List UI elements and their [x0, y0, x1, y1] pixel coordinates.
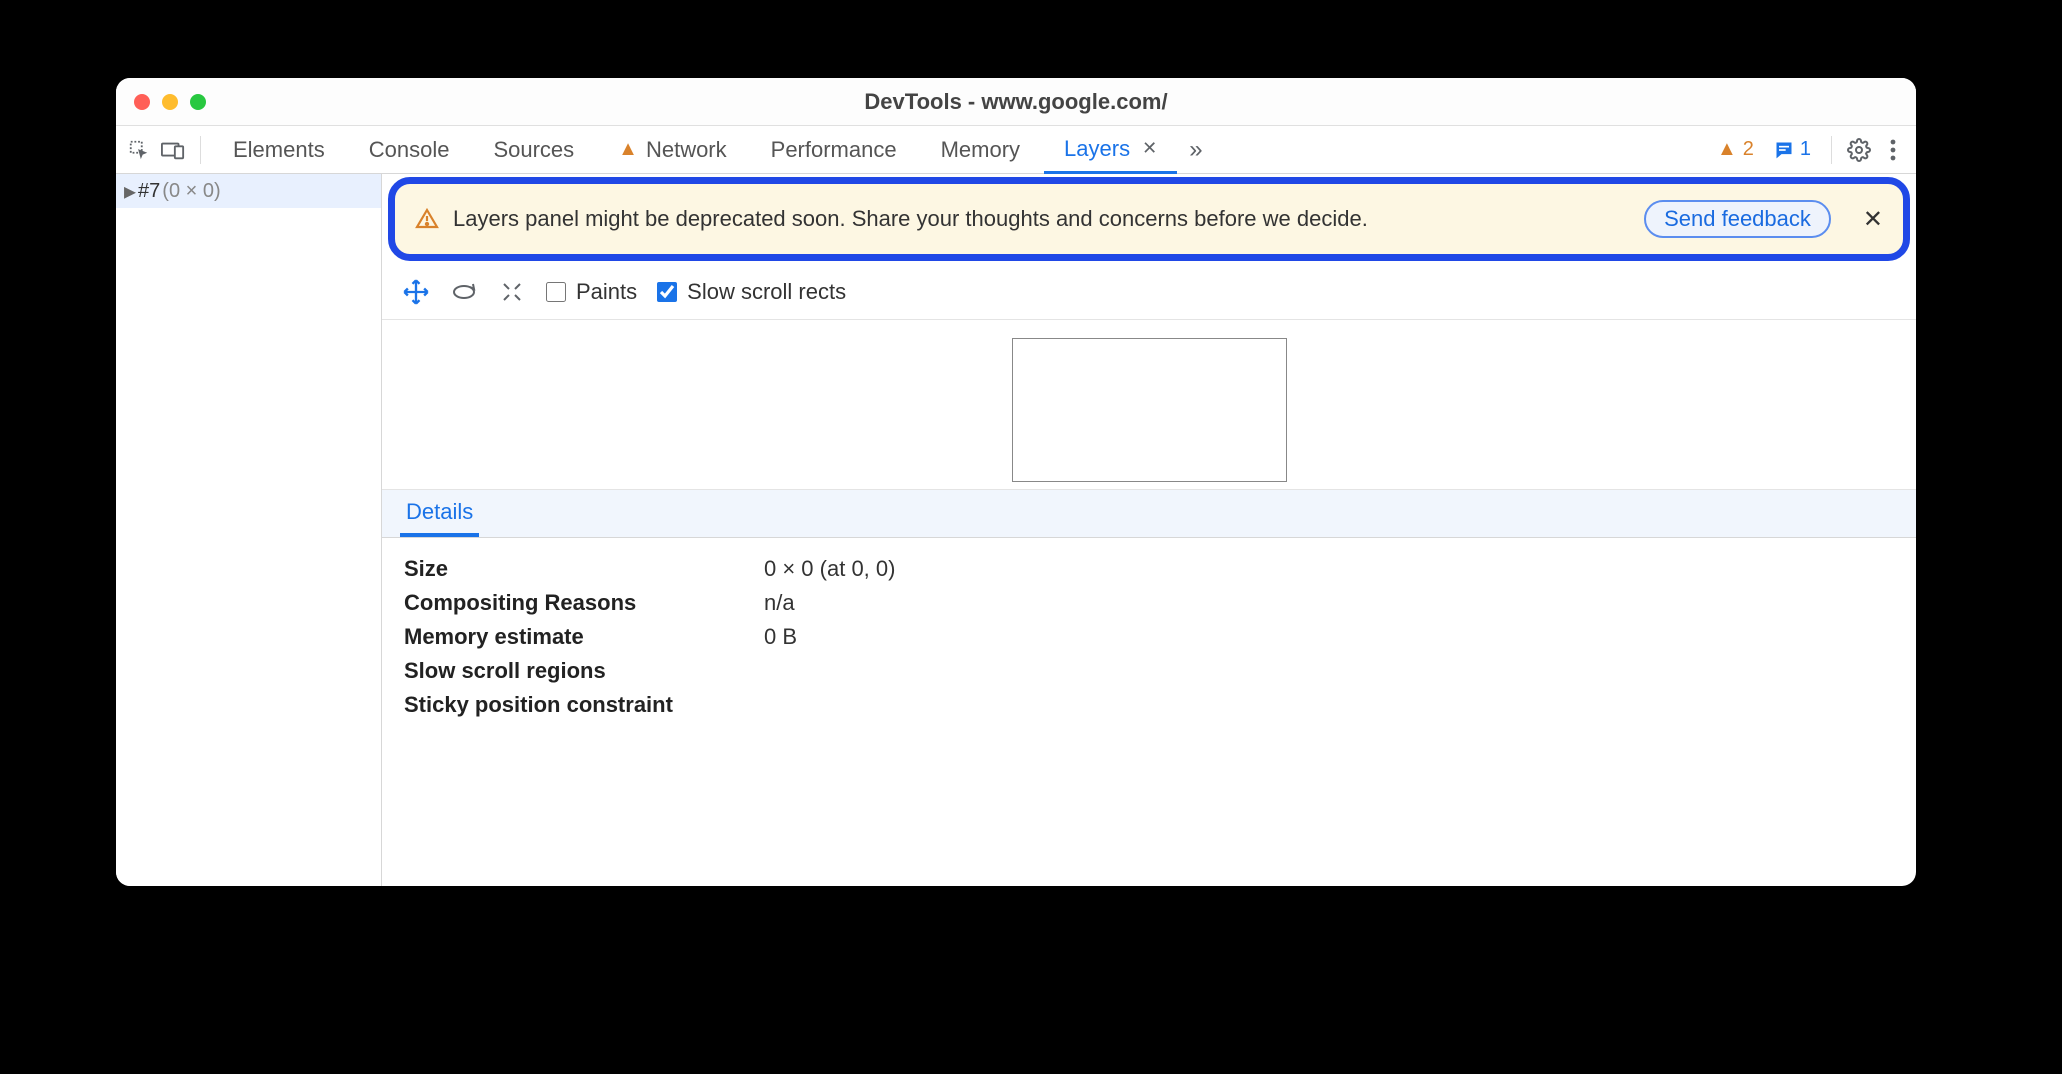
kebab-menu-icon[interactable]: [1878, 135, 1908, 165]
rotate-mode-icon[interactable]: [450, 278, 478, 306]
details-tabstrip: Details: [382, 490, 1916, 538]
pan-mode-icon[interactable]: [402, 278, 430, 306]
device-toolbar-icon[interactable]: [158, 135, 188, 165]
divider: [200, 136, 201, 164]
layer-tree-pane: ▶ #7 (0 × 0): [116, 174, 382, 886]
tab-sources[interactable]: Sources: [473, 126, 594, 173]
details-key: Memory estimate: [404, 624, 764, 650]
details-value: n/a: [764, 590, 795, 616]
paints-checkbox-input[interactable]: [546, 282, 566, 302]
main-toolbar: Elements Console Sources ▲ Network Perfo…: [116, 126, 1916, 174]
tab-elements[interactable]: Elements: [213, 126, 345, 173]
paints-checkbox[interactable]: Paints: [546, 279, 637, 305]
layer-id: #7: [138, 180, 160, 203]
details-body: Size 0 × 0 (at 0, 0) Compositing Reasons…: [382, 538, 1916, 736]
tab-label: Elements: [233, 137, 325, 163]
paints-label: Paints: [576, 279, 637, 305]
layer-right-pane: Layers panel might be deprecated soon. S…: [382, 174, 1916, 886]
details-row-slowscroll: Slow scroll regions: [404, 654, 1894, 688]
tab-label: Performance: [771, 137, 897, 163]
devtools-window: DevTools - www.google.com/ Elements Cons…: [116, 78, 1916, 886]
zoom-window-button[interactable]: [190, 94, 206, 110]
details-key: Slow scroll regions: [404, 658, 764, 684]
reset-view-icon[interactable]: [498, 278, 526, 306]
layer-viewport[interactable]: [382, 320, 1916, 490]
divider: [1831, 136, 1832, 164]
inspect-element-icon[interactable]: [124, 135, 154, 165]
tab-memory[interactable]: Memory: [921, 126, 1040, 173]
details-row-compositing: Compositing Reasons n/a: [404, 586, 1894, 620]
traffic-lights: [116, 94, 206, 110]
layer-rect[interactable]: [1012, 338, 1287, 482]
titlebar: DevTools - www.google.com/: [116, 78, 1916, 126]
window-title: DevTools - www.google.com/: [116, 89, 1916, 115]
slow-scroll-checkbox-input[interactable]: [657, 282, 677, 302]
close-banner-icon[interactable]: ✕: [1863, 205, 1883, 234]
send-feedback-button[interactable]: Send feedback: [1644, 200, 1831, 238]
tab-layers[interactable]: Layers ✕: [1044, 127, 1177, 174]
layer-controls: Paints Slow scroll rects: [382, 264, 1916, 320]
slow-scroll-label: Slow scroll rects: [687, 279, 846, 305]
banner-text: Layers panel might be deprecated soon. S…: [453, 206, 1620, 232]
tab-label: Layers: [1064, 136, 1130, 162]
tab-label: Console: [369, 137, 450, 163]
layer-dimensions: (0 × 0): [162, 180, 220, 203]
slow-scroll-checkbox[interactable]: Slow scroll rects: [657, 279, 846, 305]
details-key: Sticky position constraint: [404, 692, 764, 718]
details-value: 0 × 0 (at 0, 0): [764, 556, 895, 582]
details-row-size: Size 0 × 0 (at 0, 0): [404, 552, 1894, 586]
message-icon: [1774, 140, 1794, 160]
tab-console[interactable]: Console: [349, 126, 470, 173]
details-key: Compositing Reasons: [404, 590, 764, 616]
panel-body: ▶ #7 (0 × 0) Layers panel might be depre…: [116, 174, 1916, 886]
tab-performance[interactable]: Performance: [751, 126, 917, 173]
details-tab[interactable]: Details: [400, 491, 479, 537]
details-key: Size: [404, 556, 764, 582]
layer-tree-item[interactable]: ▶ #7 (0 × 0): [116, 174, 381, 208]
messages-count: 1: [1800, 138, 1811, 161]
details-row-memory: Memory estimate 0 B: [404, 620, 1894, 654]
details-row-sticky: Sticky position constraint: [404, 688, 1894, 722]
minimize-window-button[interactable]: [162, 94, 178, 110]
deprecation-banner: Layers panel might be deprecated soon. S…: [388, 177, 1910, 261]
disclosure-triangle-icon[interactable]: ▶: [124, 179, 136, 203]
close-tab-icon[interactable]: ✕: [1142, 138, 1157, 159]
tab-network[interactable]: ▲ Network: [598, 126, 746, 173]
messages-counter[interactable]: 1: [1766, 138, 1819, 161]
warning-icon: ▲: [618, 138, 638, 161]
warnings-counter[interactable]: ▲ 2: [1709, 138, 1762, 161]
tab-label: Network: [646, 137, 727, 163]
settings-icon[interactable]: [1844, 135, 1874, 165]
warning-icon: ▲: [1717, 138, 1737, 161]
tab-label: Memory: [941, 137, 1020, 163]
more-tabs-icon[interactable]: »: [1181, 136, 1210, 164]
close-window-button[interactable]: [134, 94, 150, 110]
warning-icon: [415, 207, 439, 231]
details-value: 0 B: [764, 624, 797, 650]
warnings-count: 2: [1743, 138, 1754, 161]
tab-label: Sources: [493, 137, 574, 163]
